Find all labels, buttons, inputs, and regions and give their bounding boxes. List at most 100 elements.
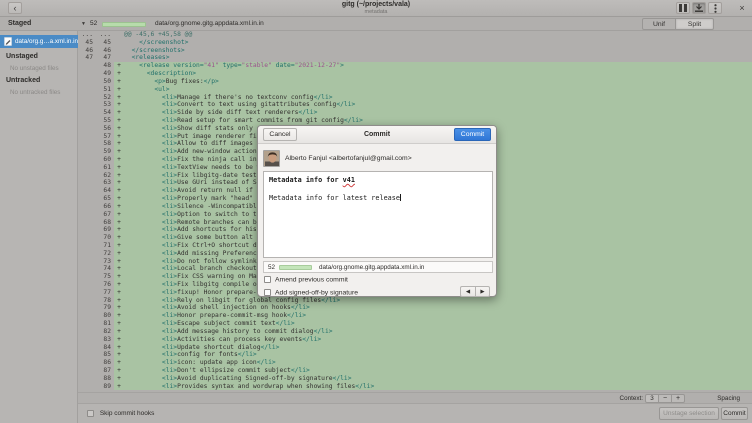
- old-line-number: [78, 367, 96, 375]
- diff-code: <release version="41" type="stable" date…: [124, 62, 752, 70]
- commit-button[interactable]: Commit: [721, 407, 748, 420]
- diff-line[interactable]: 49+ <description>: [78, 70, 752, 78]
- diff-line[interactable]: 86+ <li>icon: update app icon</li>: [78, 359, 752, 367]
- diff-line[interactable]: 88+ <li>Avoid duplicating Signed-off-by …: [78, 375, 752, 383]
- diff-marker: +: [114, 383, 124, 391]
- misspelled-word: v41: [343, 176, 355, 184]
- diff-marker: +: [114, 375, 124, 383]
- next-message-button[interactable]: ▶: [475, 286, 490, 297]
- menu-button[interactable]: [708, 2, 722, 14]
- new-line-number: 67: [96, 211, 114, 219]
- unstage-selection-button[interactable]: Unstage selection: [659, 407, 719, 420]
- diff-marker: +: [114, 203, 124, 211]
- diff-line[interactable]: 50+ <p>Bug fixes:</p>: [78, 78, 752, 86]
- old-line-number: [78, 133, 96, 141]
- diff-marker: +: [114, 367, 124, 375]
- new-line-number: 47: [96, 54, 114, 62]
- diff-line[interactable]: 52+ <li>Manage if there's no textconv co…: [78, 94, 752, 102]
- diff-line[interactable]: 89+ <li>Provides syntax and wordwrap whe…: [78, 383, 752, 391]
- skip-commit-hooks-label: Skip commit hooks: [100, 410, 155, 417]
- chevron-down-icon[interactable]: ▼: [81, 21, 86, 27]
- new-line-number: 86: [96, 359, 114, 367]
- diff-line[interactable]: 4646 </screenshots>: [78, 47, 752, 55]
- spacing-button[interactable]: Spacing: [717, 395, 740, 402]
- diff-marker: +: [114, 187, 124, 195]
- previous-message-button[interactable]: ◀: [460, 286, 475, 297]
- diff-line[interactable]: 53+ <li>Convert to text using gitattribu…: [78, 101, 752, 109]
- diff-marker: +: [114, 172, 124, 180]
- amend-checkbox[interactable]: [264, 276, 271, 283]
- diff-line[interactable]: 83+ <li>Activities can process key event…: [78, 336, 752, 344]
- context-decrease-button[interactable]: −: [659, 394, 672, 403]
- diff-marker: +: [114, 234, 124, 242]
- diff-line[interactable]: 4747 <releases>: [78, 54, 752, 62]
- signoff-checkbox[interactable]: [264, 289, 271, 296]
- diff-code: <li>Side by side diff text renderers</li…: [124, 109, 752, 117]
- old-line-number: [78, 179, 96, 187]
- context-value-field[interactable]: 3: [645, 394, 659, 403]
- split-view-button[interactable]: Split: [676, 18, 714, 30]
- old-line-number: [78, 226, 96, 234]
- diff-line[interactable]: 84+ <li>Update shortcut dialog</li>: [78, 344, 752, 352]
- file-edit-icon: [4, 37, 12, 46]
- dialog-file-row[interactable]: 52 data/org.gnome.gitg.appdata.xml.in.in: [263, 261, 493, 273]
- old-line-number: [78, 273, 96, 281]
- diff-marker: [114, 31, 124, 39]
- new-line-number: 72: [96, 250, 114, 258]
- sidebar-item-selected-file[interactable]: data/org.g…a.xml.in.in: [0, 35, 78, 48]
- dialog-file-stat-count: 52: [268, 264, 275, 271]
- diff-marker: +: [114, 148, 124, 156]
- close-window-button[interactable]: ×: [736, 2, 748, 14]
- commit-message-input[interactable]: Metadata info for v41 Metadata info for …: [263, 171, 493, 258]
- diff-line[interactable]: 54+ <li>Side by side diff text renderers…: [78, 109, 752, 117]
- old-line-number: [78, 203, 96, 211]
- old-line-number: [78, 359, 96, 367]
- diff-marker: [114, 39, 124, 47]
- diff-marker: +: [114, 328, 124, 336]
- diff-line[interactable]: 80+ <li>Honor prepare-commit-msg hook</l…: [78, 312, 752, 320]
- diff-code: </screenshots>: [124, 47, 752, 55]
- new-line-number: 65: [96, 195, 114, 203]
- side-by-side-view-button[interactable]: [676, 2, 690, 14]
- diff-line[interactable]: 4545 </screenshot>: [78, 39, 752, 47]
- diff-line[interactable]: 48+ <release version="41" type="stable" …: [78, 62, 752, 70]
- old-line-number: 46: [78, 47, 96, 55]
- diff-hunk-header[interactable]: ......@@ -45,6 +45,58 @@: [78, 31, 752, 39]
- sidebar-section-unstaged: Unstaged: [6, 53, 38, 60]
- diff-line[interactable]: 79+ <li>Avoid shell injection on hooks</…: [78, 304, 752, 312]
- old-line-number: [78, 312, 96, 320]
- new-line-number: 59: [96, 148, 114, 156]
- diff-marker: [114, 47, 124, 55]
- commit-activity-button[interactable]: [692, 2, 706, 14]
- old-line-number: [78, 156, 96, 164]
- diff-line[interactable]: 55+ <li>Read setup for smart commits fro…: [78, 117, 752, 125]
- untracked-empty-text: No untracked files: [10, 89, 60, 96]
- skip-commit-hooks-checkbox[interactable]: [87, 410, 94, 417]
- diff-code: <li>Update shortcut dialog</li>: [124, 344, 752, 352]
- window-title: gitg (~/projects/vala): [0, 1, 752, 9]
- diff-code: <li>Avoid shell injection on hooks</li>: [124, 304, 752, 312]
- diff-line[interactable]: 78+ <li>Rely on libgit for global config…: [78, 297, 752, 305]
- dialog-commit-button[interactable]: Commit: [454, 128, 491, 141]
- old-line-number: [78, 336, 96, 344]
- commit-message-body: Metadata info for latest release: [269, 194, 487, 203]
- signoff-row: Add signed-off-by signature: [264, 289, 358, 296]
- old-line-number: [78, 86, 96, 94]
- old-line-number: [78, 328, 96, 336]
- diff-code: <li>Rely on libgit for global config fil…: [124, 297, 752, 305]
- diff-line[interactable]: 51+ <ul>: [78, 86, 752, 94]
- commit-dialog-header: Cancel Commit Commit: [258, 126, 496, 144]
- diff-marker: +: [114, 179, 124, 187]
- diff-line[interactable]: 82+ <li>Add message history to commit di…: [78, 328, 752, 336]
- diff-line[interactable]: 87+ <li>Don't ellipsize commit subject</…: [78, 367, 752, 375]
- context-increase-button[interactable]: +: [672, 394, 685, 403]
- new-line-number: 77: [96, 289, 114, 297]
- diff-line[interactable]: 81+ <li>Escape subject commit text</li>: [78, 320, 752, 328]
- diff-code: <li>Provides syntax and wordwrap when sh…: [124, 383, 752, 391]
- old-line-number: [78, 219, 96, 227]
- diff-marker: +: [114, 336, 124, 344]
- unified-view-button[interactable]: Unif: [642, 18, 676, 30]
- diff-marker: +: [114, 250, 124, 258]
- diff-line[interactable]: 85+ <li>config for fonts</li>: [78, 351, 752, 359]
- diff-marker: +: [114, 211, 124, 219]
